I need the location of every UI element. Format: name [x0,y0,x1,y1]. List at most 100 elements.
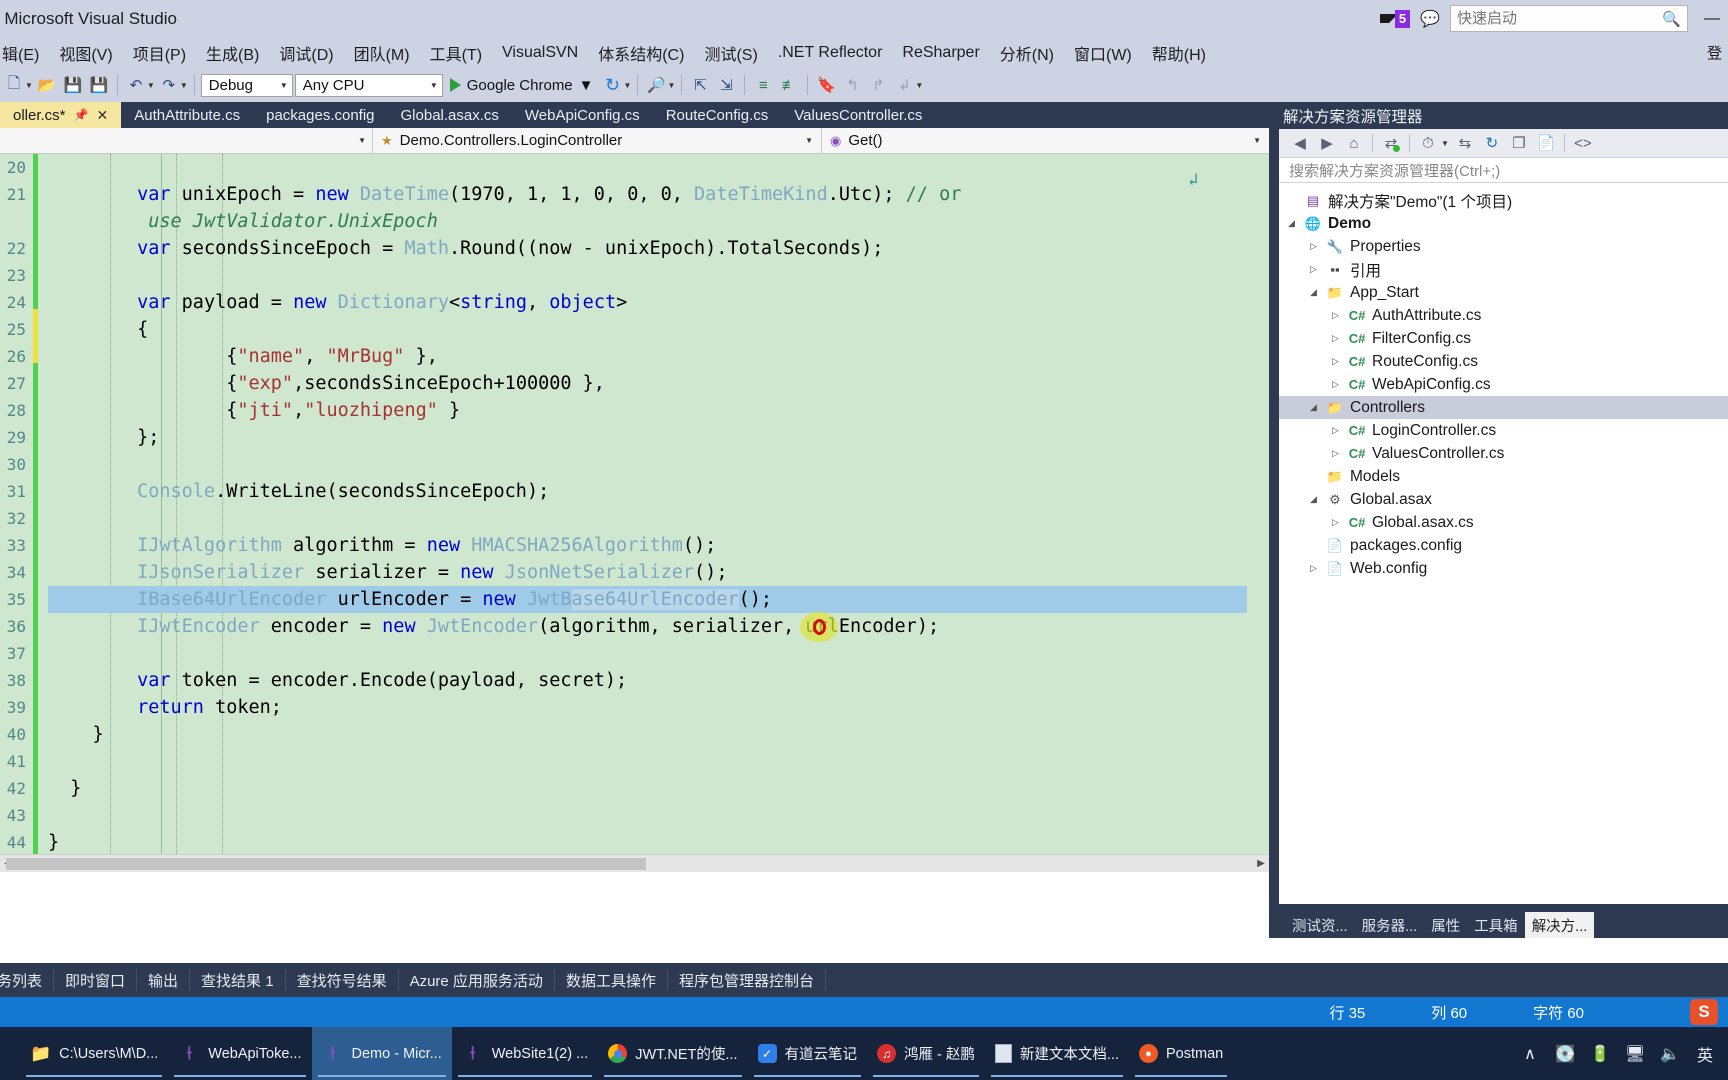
code-line[interactable]: IJwtAlgorithm algorithm = new HMACSHA256… [48,532,1247,559]
code-line[interactable]: var payload = new Dictionary<string, obj… [48,289,1247,316]
pending-changes-icon[interactable]: ⏱ [1417,132,1439,154]
tree-expanded-chevron-icon[interactable]: ◢ [1307,494,1320,505]
editor-tab-packages-config[interactable]: packages.config [253,102,387,128]
notifications-funnel-icon[interactable]: 5 [1379,9,1411,28]
tree-collapsed-chevron-icon[interactable]: ▷ [1307,264,1320,275]
refresh-icon[interactable]: ↻ [1481,132,1503,154]
redo-chevron-down-icon[interactable]: ▼ [180,81,188,90]
save-all-icon[interactable]: 💾 [87,73,111,97]
show-hidden-icons-icon[interactable]: ∧ [1519,1044,1541,1064]
tree-collapsed-chevron-icon[interactable]: ▷ [1329,517,1342,528]
next-bookmark-icon[interactable]: ↱ [866,73,890,97]
code-line[interactable] [48,505,1247,532]
bookmark-icon[interactable]: 🔖 [814,73,838,97]
menu-item-view[interactable]: 视图(V) [49,41,122,65]
code-line[interactable]: var secondsSinceEpoch = Math.Round((now … [48,235,1247,262]
find-overflow-icon[interactable]: ▼ [667,81,675,90]
tree-collapsed-chevron-icon[interactable]: ▷ [1307,563,1320,574]
solution-explorer-toolbar[interactable]: ◀ ▶ ⌂ ⇄ ⏱ ▼ ⇆ ↻ ❐ 📄 <> [1279,129,1728,158]
tree-collapsed-chevron-icon[interactable]: ▷ [1329,333,1342,344]
comment-icon[interactable]: ≡ [751,73,775,97]
show-all-files-icon[interactable]: 📄 [1535,132,1557,154]
code-line[interactable]: return token; [48,694,1247,721]
menu-item-window[interactable]: 窗口(W) [1064,41,1142,65]
menu-item-team[interactable]: 团队(M) [344,41,420,65]
refresh-chevron-down-icon[interactable]: ▼ [624,81,632,90]
undo-icon[interactable]: ↶ [124,73,148,97]
view-code-icon[interactable]: <> [1572,132,1594,154]
code-line[interactable] [48,748,1247,775]
navigate-forward-icon[interactable]: ⇲ [714,73,738,97]
dock-tab-数据工具操作[interactable]: 数据工具操作 [555,969,668,991]
toolbar-overflow-icon[interactable]: ▼ [915,81,923,90]
code-line[interactable]: } [48,775,1247,802]
quick-launch-box[interactable]: 🔍 [1450,5,1688,32]
tree-collapsed-chevron-icon[interactable]: ▷ [1329,425,1342,436]
new-project-icon[interactable]: 🗋 [2,73,26,97]
dock-tab-查找符号结果[interactable]: 查找符号结果 [286,969,399,991]
taskbar-item-netease-music[interactable]: ♫ 鸿雁 - 赵鹏 [867,1027,985,1080]
tree-collapsed-chevron-icon[interactable]: ▷ [1329,379,1342,390]
tree-item-routeconfig-cs[interactable]: ▷ C# RouteConfig.cs [1279,350,1728,373]
tree-item-controllers[interactable]: ◢ 📁 Controllers [1279,396,1728,419]
dock-tab-输出[interactable]: 输出 [137,969,191,991]
code-editor[interactable]: 20 21 22 23 24 25 26 27 28 29 30 31 32 33 34 35 36 37 38 39… [0,154,1269,854]
tree-item-webapiconfig-cs[interactable]: ▷ C# WebApiConfig.cs [1279,373,1728,396]
editor-navigation-bar[interactable]: ▼ ★ Demo.Controllers.LoginController ▼ ◉… [0,127,1269,154]
tool-window-tab-解决方[interactable]: 解决方... [1524,912,1595,938]
menu-item-help[interactable]: 帮助(H) [1142,41,1216,65]
code-line[interactable]: use JwtValidator.UnixEpoch [48,208,1247,235]
menu-item-resharper[interactable]: ReSharper [892,44,989,62]
tree-collapsed-chevron-icon[interactable]: ▷ [1329,356,1342,367]
navigate-backward-icon[interactable]: ⇱ [688,73,712,97]
taskbar-start-area[interactable] [0,1027,20,1080]
collapse-all-icon[interactable]: ❐ [1508,132,1530,154]
home-icon[interactable]: ⌂ [1343,132,1365,154]
code-line[interactable]: {"name", "MrBug" }, [48,343,1247,370]
network-icon[interactable]: 🖥 [1624,1044,1646,1064]
tree-expanded-chevron-icon[interactable]: ◢ [1307,402,1320,413]
code-line[interactable] [48,640,1247,667]
code-line[interactable]: Console.WriteLine(secondsSinceEpoch); [48,478,1247,505]
find-icon[interactable]: 🔎 [644,73,668,97]
tool-window-tab-属性[interactable]: 属性 [1424,912,1467,938]
code-text-area[interactable]: ↲ var unixEpoch = new DateTime(1970, 1, … [48,154,1247,854]
code-line[interactable]: IJwtEncoder encoder = new JwtEncoder(alg… [48,613,1247,640]
code-line[interactable] [48,451,1247,478]
member-scope-dropdown[interactable]: ◉ Get() ▼ [821,127,1269,154]
tree-item-global-asax-cs[interactable]: ▷ C# Global.asax.cs [1279,511,1728,534]
tree-item-global-asax[interactable]: ◢ ⚙ Global.asax [1279,488,1728,511]
project-scope-dropdown[interactable]: ▼ [0,128,372,154]
menu-bar[interactable]: 辑(E) 视图(V) 项目(P) 生成(B) 调试(D) 团队(M) 工具(T)… [0,37,1728,68]
uncomment-icon[interactable]: ≢ [777,73,801,97]
tool-window-tab-测试资[interactable]: 测试资... [1285,912,1355,938]
volume-icon[interactable]: 🔈 [1659,1044,1681,1064]
tree-item-[interactable]: ▷ ▪▪ 引用 [1279,258,1728,281]
toggle-icon[interactable]: ⇆ [1454,132,1476,154]
code-line[interactable]: } [48,829,1247,854]
code-line[interactable]: { [48,316,1247,343]
taskbar-item-notepad[interactable]: 新建文本文档... [985,1027,1129,1080]
feedback-icon[interactable]: 💬 [1420,9,1440,29]
dock-tab-查找结果1[interactable]: 查找结果 1 [190,969,286,991]
chevron-down-icon[interactable]: ▼ [579,77,594,94]
tree-item-models[interactable]: 📁 Models [1279,465,1728,488]
solution-platform-dropdown[interactable]: Any CPU ▼ [294,73,443,97]
tree-expanded-chevron-icon[interactable]: ◢ [1307,287,1320,298]
tree-item-demo-1[interactable]: ▤ 解决方案"Demo"(1 个项目) [1279,189,1728,212]
taskbar-item-postman[interactable]: ● Postman [1129,1027,1233,1080]
menu-item-test[interactable]: 测试(S) [694,41,767,65]
tree-collapsed-chevron-icon[interactable]: ▷ [1329,448,1342,459]
bottom-tool-window-tabs[interactable]: 务列表 即时窗口 输出 查找结果 1 查找符号结果 Azure 应用服务活动 数据工具操作程… [0,963,1728,997]
dock-tab-即时窗口[interactable]: 即时窗口 [54,969,138,991]
clear-bookmark-icon[interactable]: ↲ [892,73,916,97]
menu-item-visualsvn[interactable]: VisualSVN [492,44,588,62]
tree-item-demo[interactable]: ◢ 🌐 Demo [1279,212,1728,235]
tree-expanded-chevron-icon[interactable]: ◢ [1285,218,1298,229]
tree-item-properties[interactable]: ▷ 🔧 Properties [1279,235,1728,258]
pin-icon[interactable]: 📌 [74,108,89,122]
menu-item-build[interactable]: 生成(B) [196,41,269,65]
editor-horizontal-scrollbar[interactable]: ◀ ▶ [0,854,1269,872]
battery-icon[interactable]: 🔋 [1589,1044,1611,1064]
type-scope-dropdown[interactable]: ★ Demo.Controllers.LoginController ▼ [372,127,821,154]
